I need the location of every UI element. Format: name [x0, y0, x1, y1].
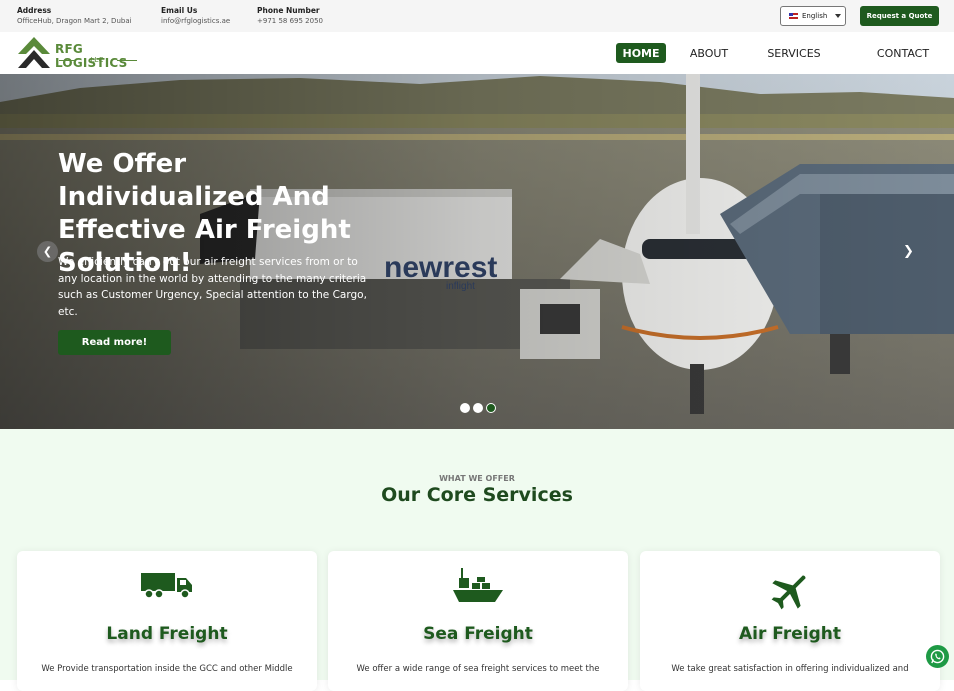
ship-icon [453, 568, 503, 602]
service-title: Sea Freight [423, 624, 533, 644]
chevron-left-icon: ❮ [42, 245, 53, 258]
core-services-section: WHAT WE OFFER Our Core Services Land Fre… [0, 429, 954, 691]
airplane-icon [771, 575, 806, 610]
service-card-sea[interactable]: Sea Freight We offer a wide range of sea… [328, 551, 628, 691]
service-card-air[interactable]: Air Freight We take great satisfaction i… [640, 551, 940, 691]
phone-link[interactable]: +971 58 695 2050 [257, 16, 323, 27]
whatsapp-icon [930, 649, 945, 664]
nav-contact[interactable]: CONTACT [872, 43, 934, 63]
section-title: Our Core Services [381, 484, 573, 506]
slider-dot-3[interactable] [486, 403, 496, 413]
language-label: English [802, 12, 828, 20]
us-flag-icon [789, 13, 798, 19]
address-label: Address [17, 6, 52, 15]
brand-suffix: LLC [90, 56, 104, 64]
slider-dots [460, 403, 496, 413]
language-select[interactable]: English [780, 6, 846, 26]
hero-description: We efficiently carry out our air freight… [58, 256, 367, 318]
phone-info: Phone Number +971 58 695 2050 [257, 5, 323, 27]
read-more-button[interactable]: Read more! [58, 330, 171, 355]
truck-logo-text: newrest [384, 251, 497, 284]
service-card-land[interactable]: Land Freight We Provide transportation i… [17, 551, 317, 691]
email-link[interactable]: info@rfglogistics.ae [161, 16, 230, 27]
section-eyebrow: WHAT WE OFFER [439, 474, 515, 483]
truck-icon [141, 573, 192, 599]
email-info: Email Us info@rfglogistics.ae [161, 5, 230, 27]
slider-dot-2[interactable] [473, 403, 483, 413]
email-label: Email Us [161, 6, 198, 15]
brand-logo[interactable]: RFG LOGISTICS LLC [17, 36, 147, 72]
service-description: We offer a wide range of sea freight ser… [356, 664, 600, 674]
hero-slider: newrest inflight We Offer Individualized… [0, 74, 954, 429]
nav-home[interactable]: HOME [616, 43, 666, 63]
nav-services[interactable]: SERVICES [762, 43, 826, 63]
whatsapp-chat-button[interactable] [926, 645, 949, 668]
service-description: We Provide transportation inside the GCC… [41, 664, 293, 674]
phone-label: Phone Number [257, 6, 320, 15]
logo-divider-right [117, 60, 137, 61]
address-value: OfficeHub, Dragon Mart 2, Dubai [17, 17, 132, 25]
request-quote-button[interactable]: Request a Quote [860, 6, 939, 26]
service-description: We take great satisfaction in offering i… [671, 664, 909, 674]
nav-about[interactable]: ABOUT [684, 43, 734, 63]
service-title: Air Freight [739, 624, 841, 644]
service-title: Land Freight [106, 624, 228, 644]
slider-dot-1[interactable] [460, 403, 470, 413]
address-info: Address OfficeHub, Dragon Mart 2, Dubai [17, 5, 132, 27]
slider-prev-button[interactable]: ❮ [37, 241, 58, 262]
chevron-right-icon: ❯ [903, 244, 914, 259]
logo-mark-icon [18, 37, 50, 68]
truck-logo-subtext: inflight [446, 281, 475, 292]
top-info-bar: Address OfficeHub, Dragon Mart 2, Dubai … [0, 0, 954, 32]
main-navbar: RFG LOGISTICS LLC HOME ABOUT SERVICES CO… [0, 32, 954, 74]
chevron-down-icon [835, 14, 842, 18]
slider-next-button[interactable]: ❯ [898, 241, 919, 262]
